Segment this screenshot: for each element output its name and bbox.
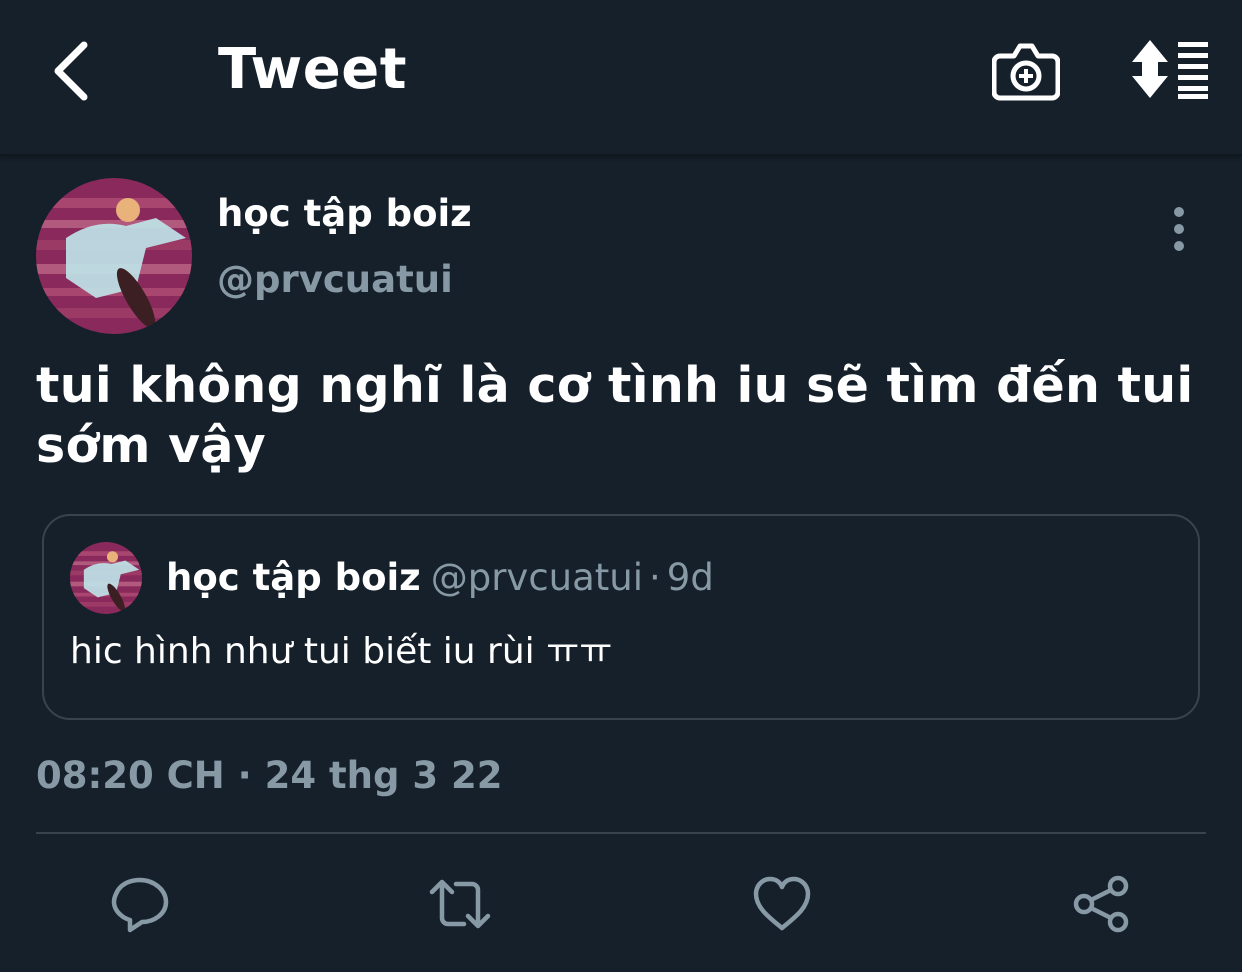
share-button[interactable]	[1070, 872, 1134, 936]
more-vertical-icon	[1174, 207, 1184, 251]
avatar[interactable]	[36, 178, 192, 334]
quote-display-name: học tập boiz	[166, 556, 421, 599]
reply-button[interactable]	[108, 872, 172, 936]
chevron-left-icon	[54, 41, 88, 101]
like-button[interactable]	[750, 872, 814, 936]
camera-add-icon	[992, 43, 1060, 101]
quote-avatar[interactable]	[70, 542, 142, 614]
divider	[36, 832, 1206, 834]
like-icon	[753, 876, 811, 931]
quote-separator: ·	[649, 556, 661, 599]
quote-text: hic hình như tui biết iu rùi ㅠㅠ	[70, 631, 613, 672]
quote-header: học tập boiz @prvcuatui · 9d	[166, 554, 714, 602]
author-display-name[interactable]: học tập boiz	[217, 190, 472, 238]
camera-button[interactable]	[992, 38, 1060, 102]
share-icon	[1073, 875, 1129, 933]
back-button[interactable]	[40, 38, 100, 104]
retweet-icon	[429, 879, 491, 929]
avatar-image	[36, 178, 192, 334]
sort-button[interactable]	[1128, 36, 1212, 102]
quote-handle: @prvcuatui	[430, 556, 644, 599]
page-title: Tweet	[218, 37, 408, 102]
tweet-timestamp: 08:20 CH · 24 thg 3 22	[36, 754, 503, 797]
top-bar: Tweet	[0, 0, 1242, 156]
avatar-image	[70, 542, 142, 614]
more-options-button[interactable]	[1158, 204, 1200, 254]
author-handle[interactable]: @prvcuatui	[217, 256, 453, 304]
retweet-button[interactable]	[428, 872, 492, 936]
reply-icon	[111, 877, 169, 933]
quoted-tweet[interactable]: học tập boiz @prvcuatui · 9d hic hình như t…	[42, 514, 1200, 720]
tweet-text: tui không nghĩ là cơ tình iu sẽ tìm đến …	[36, 357, 1194, 474]
quote-time: 9d	[666, 556, 714, 599]
sort-lines-icon	[1132, 40, 1208, 99]
